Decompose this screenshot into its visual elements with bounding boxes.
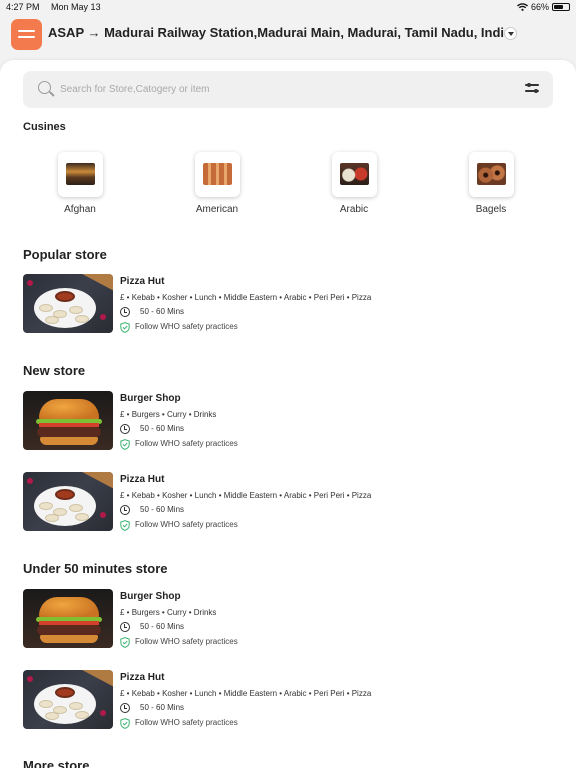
search-bar[interactable]: [23, 71, 553, 108]
store-image: [23, 472, 113, 531]
delivery-time-text: 50 - 60 Mins: [140, 703, 185, 712]
delivery-time-text: 50 - 60 Mins: [140, 307, 185, 316]
store-name: Pizza Hut: [120, 276, 165, 287]
store-name: Pizza Hut: [120, 474, 165, 485]
under-50-store-title: Under 50 minutes store: [23, 561, 168, 576]
store-image: [23, 391, 113, 450]
store-card[interactable]: Pizza Hut £ • Kebab • Kosher • Lunch • Mi…: [23, 472, 563, 532]
safety-text: Follow WHO safety practices: [135, 322, 238, 331]
store-tags: £ • Kebab • Kosher • Lunch • Middle East…: [120, 689, 372, 698]
store-name: Pizza Hut: [120, 672, 165, 683]
shield-icon: [120, 718, 130, 729]
cuisines-title: Cusines: [23, 121, 66, 133]
cuisine-label: Bagels: [475, 204, 507, 215]
cuisine-image: [468, 152, 514, 197]
shield-icon: [120, 520, 130, 531]
safety-text: Follow WHO safety practices: [135, 439, 238, 448]
wifi-icon: [516, 3, 528, 11]
main-content: Cusines Afghan American Arabic Bagels Po…: [0, 60, 576, 768]
cuisine-label: American: [195, 204, 239, 215]
cuisine-american[interactable]: American: [177, 152, 257, 215]
cuisine-image: [57, 152, 103, 197]
delivery-time-text: 50 - 60 Mins: [140, 505, 185, 514]
cuisine-afghan[interactable]: Afghan: [40, 152, 120, 215]
store-tags: £ • Burgers • Curry • Drinks: [120, 410, 217, 419]
delivery-time-text: 50 - 60 Mins: [140, 424, 185, 433]
cuisine-label: Arabic: [339, 204, 369, 215]
store-card[interactable]: Burger Shop £ • Burgers • Curry • Drinks 5…: [23, 589, 563, 649]
store-card[interactable]: Pizza Hut £ • Kebab • Kosher • Lunch • Mi…: [23, 274, 563, 334]
chevron-down-icon[interactable]: [504, 27, 517, 40]
popular-store-title: Popular store: [23, 247, 107, 262]
menu-icon: [18, 30, 35, 32]
status-bar: 4:27 PM Mon May 13 66%: [0, 0, 576, 16]
cuisine-image: [194, 152, 240, 197]
shield-icon: [120, 637, 130, 648]
store-card[interactable]: Burger Shop £ • Burgers • Curry • Drinks 5…: [23, 391, 563, 451]
store-tags: £ • Kebab • Kosher • Lunch • Middle East…: [120, 491, 372, 500]
store-name: Burger Shop: [120, 393, 181, 404]
new-store-title: New store: [23, 363, 86, 378]
store-image: [23, 274, 113, 333]
search-icon: [38, 81, 51, 94]
menu-button[interactable]: [11, 19, 42, 50]
store-tags: £ • Burgers • Curry • Drinks: [120, 608, 217, 617]
status-time: 4:27 PM: [6, 2, 40, 12]
filter-icon[interactable]: [525, 83, 539, 95]
search-input[interactable]: [60, 79, 500, 100]
clock-icon: [120, 622, 130, 632]
clock-icon: [120, 424, 130, 434]
status-date: Mon May 13: [51, 2, 101, 12]
clock-icon: [120, 703, 130, 713]
safety-text: Follow WHO safety practices: [135, 718, 238, 727]
battery-icon: [552, 3, 570, 11]
cuisine-label: Afghan: [64, 204, 96, 215]
shield-icon: [120, 439, 130, 450]
delivery-time-text: 50 - 60 Mins: [140, 622, 185, 631]
store-card[interactable]: Pizza Hut £ • Kebab • Kosher • Lunch • Mi…: [23, 670, 563, 730]
cuisine-image: [331, 152, 377, 197]
cuisine-arabic[interactable]: Arabic: [314, 152, 394, 215]
store-image: [23, 670, 113, 729]
battery-percent: 66%: [530, 2, 549, 12]
header: ASAP → Madurai Railway Station,Madurai M…: [0, 17, 576, 51]
cuisine-bagels[interactable]: Bagels: [451, 152, 531, 215]
store-tags: £ • Kebab • Kosher • Lunch • Middle East…: [120, 293, 372, 302]
more-store-title: More store: [23, 758, 90, 768]
safety-text: Follow WHO safety practices: [135, 520, 238, 529]
delivery-location[interactable]: ASAP → Madurai Railway Station,Madurai M…: [48, 25, 511, 40]
shield-icon: [120, 322, 130, 333]
store-image: [23, 589, 113, 648]
store-name: Burger Shop: [120, 591, 181, 602]
clock-icon: [120, 307, 130, 317]
safety-text: Follow WHO safety practices: [135, 637, 238, 646]
clock-icon: [120, 505, 130, 515]
battery-fill: [554, 5, 564, 9]
